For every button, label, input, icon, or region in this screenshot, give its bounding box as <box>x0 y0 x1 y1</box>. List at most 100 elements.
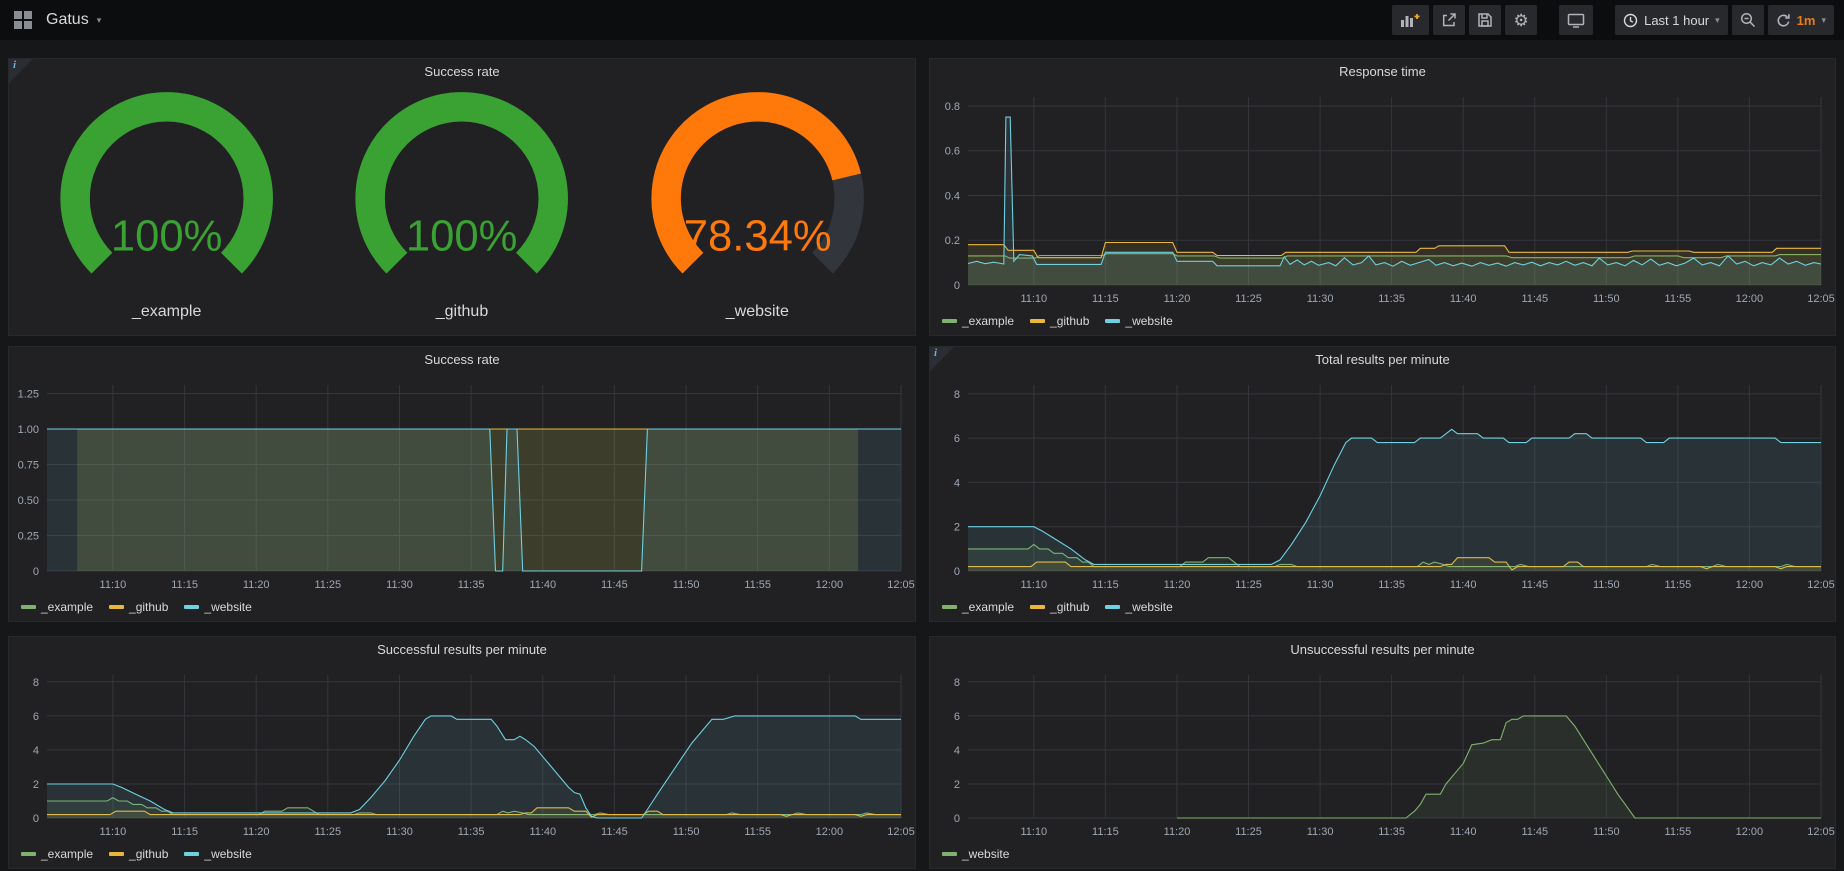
svg-text:11:40: 11:40 <box>1450 579 1477 591</box>
apps-grid-icon <box>14 11 32 29</box>
svg-text:8: 8 <box>33 677 39 689</box>
svg-text:6: 6 <box>33 711 39 723</box>
gauge-example: 100% _example <box>19 85 314 335</box>
panel-title[interactable]: Success rate <box>9 347 915 373</box>
settings-button[interactable]: ⚙ <box>1505 5 1537 35</box>
svg-text:11:10: 11:10 <box>100 579 127 591</box>
panel-info-icon[interactable]: i <box>9 59 33 83</box>
time-range-picker[interactable]: Last 1 hour ▾ <box>1615 5 1728 35</box>
legend-swatch-icon <box>1105 605 1120 609</box>
dashboard-picker[interactable]: Gatus ▾ <box>46 11 101 29</box>
svg-text:12:00: 12:00 <box>816 579 844 591</box>
legend-item-github[interactable]: _github <box>109 847 168 861</box>
svg-text:1.25: 1.25 <box>18 389 39 401</box>
svg-text:0.4: 0.4 <box>945 191 960 203</box>
zoom-out-icon <box>1740 12 1756 28</box>
svg-text:0: 0 <box>33 566 39 578</box>
legend-item-website[interactable]: _website <box>1105 314 1172 328</box>
legend-swatch-icon <box>942 852 957 856</box>
legend-item-website[interactable]: _website <box>942 847 1009 861</box>
gauge-arc: 100% <box>314 85 609 303</box>
legend-item-website[interactable]: _website <box>184 847 251 861</box>
save-icon <box>1477 12 1493 28</box>
svg-text:8: 8 <box>954 677 960 689</box>
response-time-chart[interactable]: 00.20.40.60.811:1011:1511:2011:2511:3011… <box>930 85 1835 311</box>
svg-text:12:05: 12:05 <box>1807 293 1835 305</box>
svg-text:11:25: 11:25 <box>314 579 341 591</box>
zoom-out-button[interactable] <box>1732 5 1764 35</box>
svg-text:11:40: 11:40 <box>1450 826 1477 838</box>
legend-item-example[interactable]: _example <box>21 600 93 614</box>
legend-item-website[interactable]: _website <box>184 600 251 614</box>
refresh-interval-label: 1m <box>1797 13 1816 28</box>
svg-text:11:40: 11:40 <box>1450 293 1477 305</box>
svg-text:0.6: 0.6 <box>945 146 960 158</box>
svg-text:0: 0 <box>954 566 960 578</box>
svg-text:6: 6 <box>954 433 960 445</box>
legend-swatch-icon <box>109 852 124 856</box>
legend-label: _website <box>204 847 251 861</box>
legend-item-example[interactable]: _example <box>21 847 93 861</box>
legend-swatch-icon <box>184 605 199 609</box>
svg-text:11:50: 11:50 <box>1593 293 1620 305</box>
gauge-website: 78.34% _website <box>610 85 905 335</box>
cycle-view-button[interactable] <box>1559 5 1593 35</box>
legend-item-github[interactable]: _github <box>1030 600 1089 614</box>
gauge-arc: 78.34% <box>610 85 905 303</box>
legend-item-website[interactable]: _website <box>1105 600 1172 614</box>
panel-success-rate-gauges: i Success rate 100% _example 100% _githu… <box>8 58 916 336</box>
refresh-picker[interactable]: 1m ▾ <box>1768 5 1834 35</box>
svg-text:11:20: 11:20 <box>243 579 270 591</box>
svg-text:11:15: 11:15 <box>171 579 198 591</box>
svg-text:0: 0 <box>954 280 960 292</box>
panel-title[interactable]: Success rate <box>9 59 915 85</box>
legend-swatch-icon <box>109 605 124 609</box>
successful-results-chart[interactable]: 0246811:1011:1511:2011:2511:3011:3511:40… <box>9 663 915 844</box>
svg-text:11:35: 11:35 <box>1378 826 1405 838</box>
panel-info-icon[interactable]: i <box>930 347 954 371</box>
panel-title[interactable]: Response time <box>930 59 1835 85</box>
panel-title[interactable]: Unsuccessful results per minute <box>930 637 1835 663</box>
navbar: Gatus ▾ ⚙ <box>0 0 1844 40</box>
legend-item-github[interactable]: _github <box>109 600 168 614</box>
panel-title[interactable]: Total results per minute <box>930 347 1835 373</box>
chevron-down-icon: ▾ <box>1821 16 1826 25</box>
svg-text:11:15: 11:15 <box>1092 826 1119 838</box>
svg-text:11:35: 11:35 <box>1378 293 1405 305</box>
svg-text:11:45: 11:45 <box>1521 293 1548 305</box>
gauge-github: 100% _github <box>314 85 609 335</box>
svg-text:11:10: 11:10 <box>1020 579 1047 591</box>
svg-text:12:00: 12:00 <box>816 826 844 838</box>
svg-text:11:30: 11:30 <box>386 826 413 838</box>
legend-label: _github <box>1050 314 1089 328</box>
svg-text:1.00: 1.00 <box>18 424 39 436</box>
share-button[interactable] <box>1433 5 1465 35</box>
svg-text:11:30: 11:30 <box>386 579 413 591</box>
svg-text:12:00: 12:00 <box>1736 293 1764 305</box>
svg-text:11:45: 11:45 <box>601 579 628 591</box>
svg-text:11:45: 11:45 <box>1521 826 1548 838</box>
legend-item-github[interactable]: _github <box>1030 314 1089 328</box>
tv-icon <box>1567 12 1585 28</box>
legend-item-example[interactable]: _example <box>942 600 1014 614</box>
panel-title[interactable]: Successful results per minute <box>9 637 915 663</box>
add-panel-button[interactable] <box>1392 5 1429 35</box>
unsuccessful-results-chart[interactable]: 0246811:1011:1511:2011:2511:3011:3511:40… <box>930 663 1835 844</box>
svg-text:11:45: 11:45 <box>601 826 628 838</box>
dashboard-grid-button[interactable] <box>10 7 40 33</box>
svg-text:11:55: 11:55 <box>1665 826 1692 838</box>
gauge-label: _example <box>132 303 201 335</box>
success-rate-chart[interactable]: 00.250.500.751.001.2511:1011:1511:2011:2… <box>9 373 915 597</box>
legend-item-example[interactable]: _example <box>942 314 1014 328</box>
svg-text:11:45: 11:45 <box>1521 579 1548 591</box>
svg-text:11:10: 11:10 <box>1020 826 1047 838</box>
bar-chart-plus-icon <box>1400 12 1421 28</box>
total-results-chart[interactable]: 0246811:1011:1511:2011:2511:3011:3511:40… <box>930 373 1835 597</box>
svg-text:11:55: 11:55 <box>744 579 771 591</box>
legend-swatch-icon <box>1030 605 1045 609</box>
panel-success-rate-graph: Success rate 00.250.500.751.001.2511:101… <box>8 346 916 622</box>
panel-total-results: i Total results per minute 0246811:1011:… <box>929 346 1836 622</box>
svg-text:11:55: 11:55 <box>744 826 771 838</box>
save-button[interactable] <box>1469 5 1501 35</box>
svg-text:11:40: 11:40 <box>529 579 556 591</box>
